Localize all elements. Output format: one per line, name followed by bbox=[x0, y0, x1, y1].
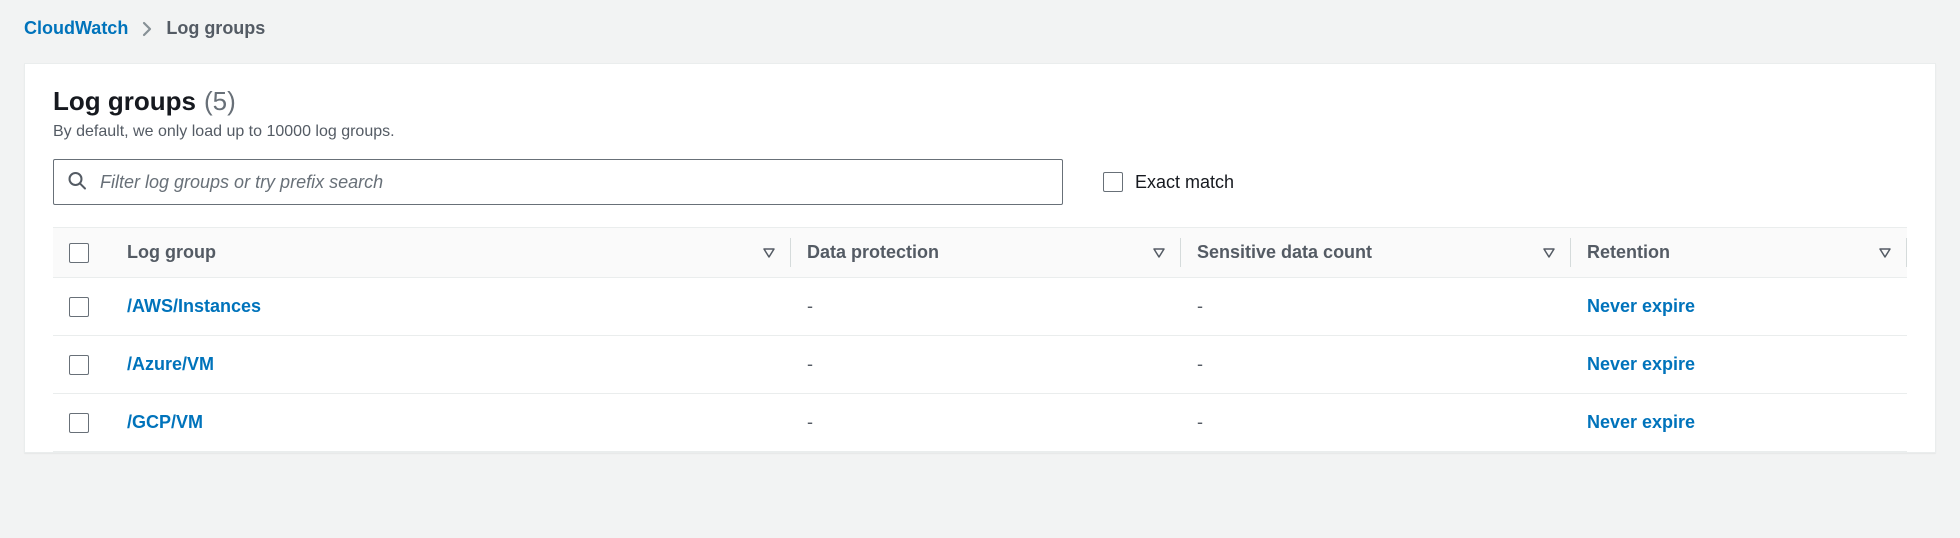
sort-icon bbox=[763, 248, 775, 258]
col-header-log-group-label: Log group bbox=[127, 242, 216, 263]
sensitive-count-cell: - bbox=[1181, 278, 1571, 336]
sort-icon bbox=[1879, 248, 1891, 258]
col-header-retention[interactable]: Retention bbox=[1571, 228, 1907, 278]
col-header-sensitive-count-label: Sensitive data count bbox=[1197, 242, 1372, 263]
exact-match-checkbox[interactable] bbox=[1103, 172, 1123, 192]
col-header-data-protection[interactable]: Data protection bbox=[791, 228, 1181, 278]
select-all-header bbox=[53, 228, 111, 278]
sort-icon bbox=[1153, 248, 1165, 258]
sort-icon bbox=[1543, 248, 1555, 258]
breadcrumb-current: Log groups bbox=[166, 18, 265, 39]
filter-input-container bbox=[53, 159, 1063, 205]
page-title-count: (5) bbox=[204, 86, 236, 117]
page-subtitle: By default, we only load up to 10000 log… bbox=[53, 123, 1907, 141]
table-row: /Azure/VM - - Never expire bbox=[53, 336, 1907, 394]
breadcrumb: CloudWatch Log groups bbox=[24, 18, 1936, 39]
breadcrumb-root-link[interactable]: CloudWatch bbox=[24, 18, 128, 39]
sensitive-count-cell: - bbox=[1181, 394, 1571, 452]
data-protection-cell: - bbox=[791, 336, 1181, 394]
table-row: /AWS/Instances - - Never expire bbox=[53, 278, 1907, 336]
chevron-right-icon bbox=[142, 21, 152, 37]
log-group-link[interactable]: /Azure/VM bbox=[127, 354, 214, 374]
sensitive-count-cell: - bbox=[1181, 336, 1571, 394]
col-divider bbox=[1906, 238, 1907, 267]
exact-match-toggle[interactable]: Exact match bbox=[1103, 172, 1234, 193]
data-protection-cell: - bbox=[791, 278, 1181, 336]
col-header-sensitive-count[interactable]: Sensitive data count bbox=[1181, 228, 1571, 278]
row-checkbox[interactable] bbox=[69, 413, 89, 433]
col-header-data-protection-label: Data protection bbox=[807, 242, 939, 263]
retention-link[interactable]: Never expire bbox=[1587, 412, 1695, 432]
col-header-retention-label: Retention bbox=[1587, 242, 1670, 263]
col-header-log-group[interactable]: Log group bbox=[111, 228, 791, 278]
row-checkbox[interactable] bbox=[69, 355, 89, 375]
table-row: /GCP/VM - - Never expire bbox=[53, 394, 1907, 452]
retention-link[interactable]: Never expire bbox=[1587, 296, 1695, 316]
log-groups-panel: Log groups (5) By default, we only load … bbox=[24, 63, 1936, 453]
log-groups-table: Log group Data protection bbox=[53, 227, 1907, 452]
row-checkbox[interactable] bbox=[69, 297, 89, 317]
data-protection-cell: - bbox=[791, 394, 1181, 452]
select-all-checkbox[interactable] bbox=[69, 243, 89, 263]
log-group-link[interactable]: /GCP/VM bbox=[127, 412, 203, 432]
exact-match-label: Exact match bbox=[1135, 172, 1234, 193]
log-group-link[interactable]: /AWS/Instances bbox=[127, 296, 261, 316]
filter-input[interactable] bbox=[53, 159, 1063, 205]
page-title: Log groups bbox=[53, 86, 196, 117]
retention-link[interactable]: Never expire bbox=[1587, 354, 1695, 374]
